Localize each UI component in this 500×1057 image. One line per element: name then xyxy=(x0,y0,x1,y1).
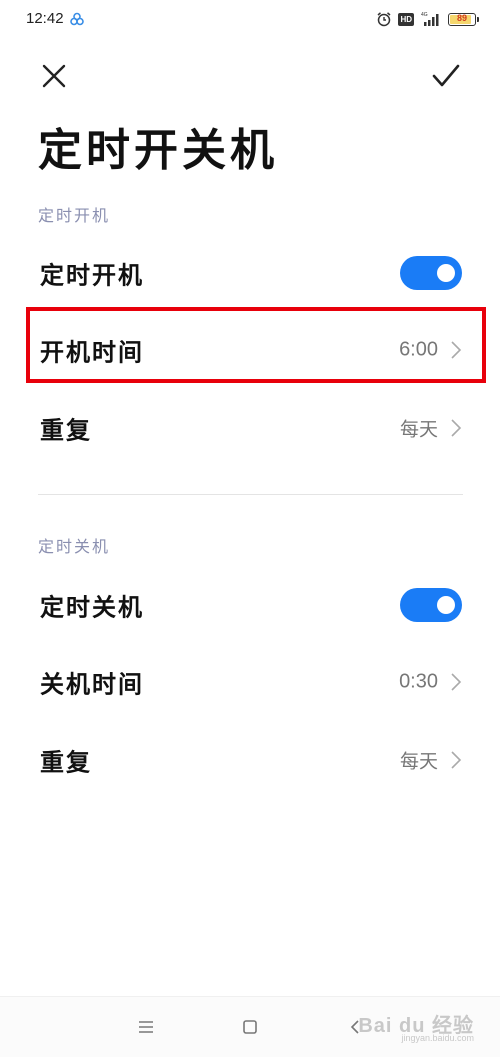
power-off-toggle-label: 定时关机 xyxy=(40,592,144,622)
section-label-power-on: 定时开机 xyxy=(38,206,111,225)
status-indicators: HD 4G 89 xyxy=(376,9,479,29)
chevron-right-icon xyxy=(451,673,462,691)
svg-text:4G: 4G xyxy=(421,12,428,18)
close-button[interactable] xyxy=(36,58,72,94)
cloud-app-icon xyxy=(70,12,84,26)
signal-icon: 4G xyxy=(421,12,439,26)
checkmark-icon xyxy=(432,64,460,87)
menu-button[interactable] xyxy=(134,1015,158,1039)
power-on-toggle-label: 定时开机 xyxy=(40,260,144,290)
power-on-repeat-label: 重复 xyxy=(40,415,92,445)
page-title: 定时开关机 xyxy=(38,125,278,176)
power-on-toggle-row[interactable]: 定时开机 xyxy=(0,241,500,305)
status-bar: 12:42 HD 4G 89 xyxy=(0,0,500,38)
hd-icon: HD xyxy=(398,12,414,26)
power-on-time-row[interactable]: 开机时间 6:00 xyxy=(0,318,500,382)
navigation-bar: Bai du 经验 jingyan.baidu.com xyxy=(0,996,500,1057)
alarm-icon xyxy=(377,12,391,27)
close-icon xyxy=(42,64,66,88)
battery-icon: 89 xyxy=(448,12,479,26)
power-on-time-value: 6:00 xyxy=(399,338,438,361)
chevron-right-icon xyxy=(451,751,462,769)
status-time: 12:42 xyxy=(26,10,64,27)
section-divider xyxy=(38,494,463,495)
home-icon xyxy=(243,1020,257,1034)
battery-level: 89 xyxy=(456,12,467,23)
power-off-repeat-label: 重复 xyxy=(40,747,92,777)
power-on-toggle[interactable] xyxy=(400,256,462,290)
home-button[interactable] xyxy=(238,1015,262,1039)
menu-icon xyxy=(139,1021,153,1033)
power-off-repeat-value: 每天 xyxy=(399,750,438,773)
toggle-knob xyxy=(437,596,455,614)
toggle-knob xyxy=(437,264,455,282)
power-off-time-row[interactable]: 关机时间 0:30 xyxy=(0,650,500,714)
confirm-button[interactable] xyxy=(426,58,466,94)
power-off-time-label: 关机时间 xyxy=(40,669,144,699)
power-on-repeat-value: 每天 xyxy=(399,418,438,441)
power-off-toggle[interactable] xyxy=(400,588,462,622)
power-off-toggle-row[interactable]: 定时关机 xyxy=(0,573,500,637)
watermark-url: jingyan.baidu.com xyxy=(401,1033,474,1043)
section-label-power-off: 定时关机 xyxy=(38,537,111,556)
power-off-time-value: 0:30 xyxy=(399,670,438,693)
power-on-time-label: 开机时间 xyxy=(40,337,144,367)
power-on-repeat-row[interactable]: 重复 每天 xyxy=(0,396,500,460)
power-off-repeat-row[interactable]: 重复 每天 xyxy=(0,728,500,792)
chevron-right-icon xyxy=(451,341,462,359)
chevron-right-icon xyxy=(451,419,462,437)
